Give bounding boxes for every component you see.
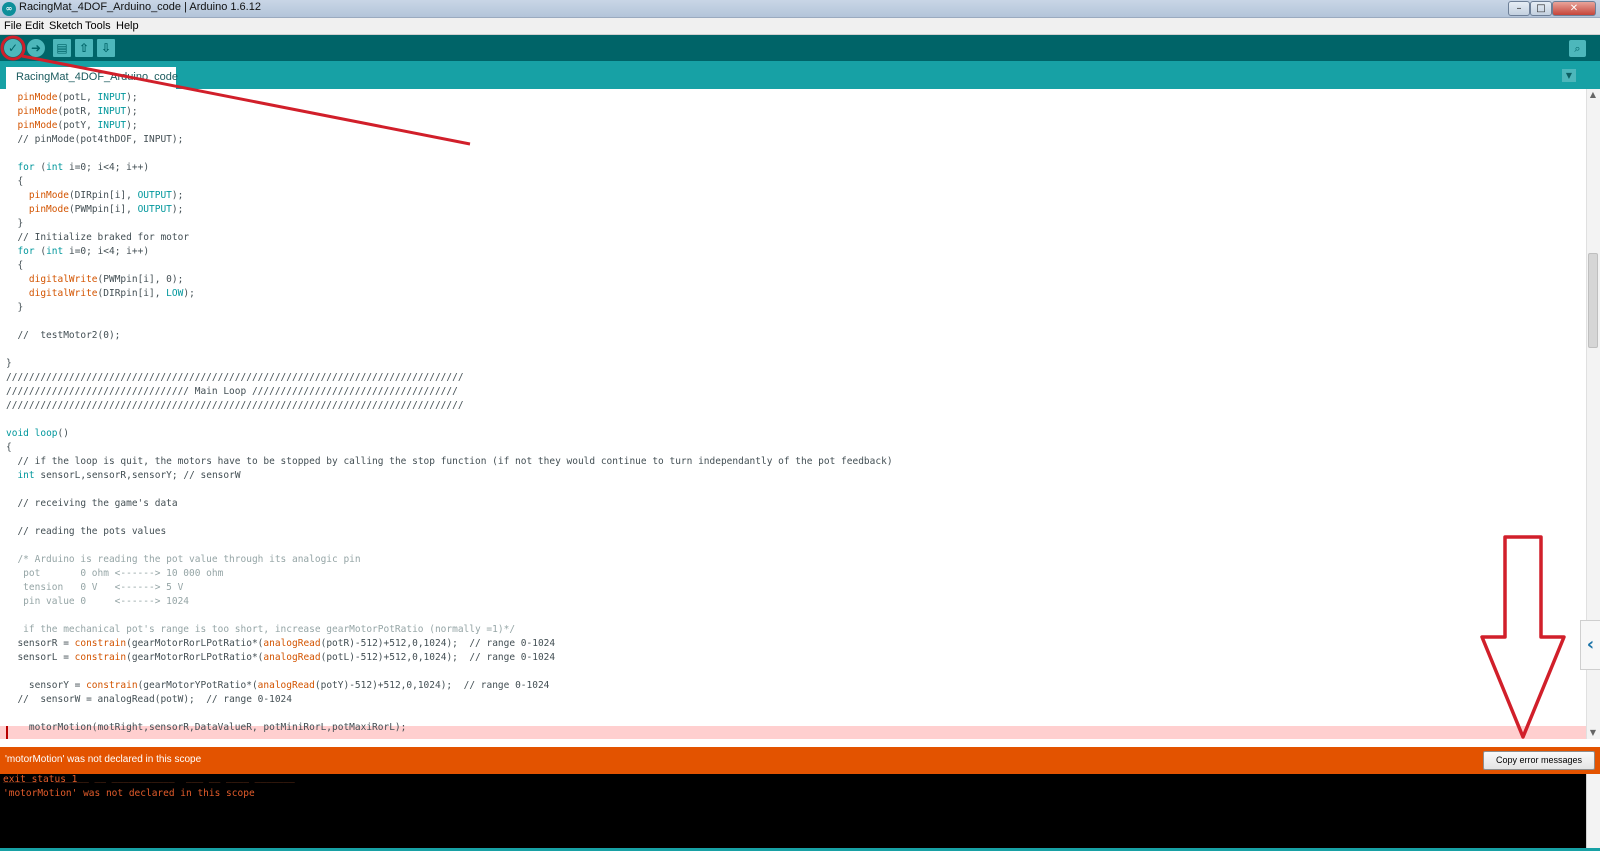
title-bar: ∞ RacingMat_4DOF_Arduino_code | Arduino …: [0, 0, 1600, 18]
code-line: void loop(): [6, 428, 69, 439]
scroll-up-icon[interactable]: ▲: [1588, 90, 1598, 100]
menu-sketch[interactable]: Sketch: [49, 20, 83, 32]
code-line: sensorL = constrain(gearMotorRorLPotRati…: [6, 652, 556, 663]
code-line: pin value 0 <------> 1024: [6, 596, 190, 607]
document-icon: ▤: [56, 41, 68, 55]
console-line: exit status 1: [3, 774, 78, 785]
code-line: /* Arduino is reading the pot value thro…: [6, 554, 361, 565]
code-line: // pinMode(pot4thDOF, INPUT);: [17, 134, 184, 145]
code-line: for (int i=0; i<4; i++): [17, 162, 150, 173]
code-line: {: [6, 442, 12, 453]
copy-error-messages-button[interactable]: Copy error messages: [1483, 751, 1595, 770]
code-line: }: [6, 218, 24, 229]
arrow-down-icon: ⇩: [100, 41, 112, 55]
console-output[interactable]: ______ ______ __ ___________ ___ __ ____…: [0, 774, 1586, 848]
menu-tools[interactable]: Tools: [85, 20, 111, 32]
error-message: 'motorMotion' was not declared in this s…: [5, 754, 202, 765]
arduino-logo-icon: ∞: [2, 2, 16, 16]
code-line: // reading the pots values: [17, 526, 167, 537]
editor-scroll-thumb[interactable]: [1588, 253, 1598, 348]
arrow-right-icon: ➜: [30, 41, 42, 55]
minimize-icon[interactable]: –: [1508, 1, 1530, 16]
code-line: // sensorW = analogRead(potW); // range …: [17, 694, 292, 705]
maximize-icon[interactable]: □: [1530, 1, 1552, 16]
menu-file[interactable]: File: [4, 20, 22, 32]
magnifier-icon: ⌕: [1574, 42, 1581, 55]
toolbar: ✓ ➜ ▤ ⇧ ⇩ ⌕: [0, 35, 1600, 61]
code-line: pinMode(PWMpin[i], OUTPUT);: [28, 204, 184, 215]
error-status-bar: 'motorMotion' was not declared in this s…: [0, 747, 1600, 774]
console-scrollbar[interactable]: [1586, 774, 1600, 848]
code-line: pinMode(potR, INPUT);: [17, 106, 138, 117]
chevron-down-icon[interactable]: ▼: [1562, 69, 1576, 82]
verify-button[interactable]: ✓: [4, 39, 22, 57]
code-line: // testMotor2(0);: [17, 330, 121, 341]
menu-help[interactable]: Help: [116, 20, 139, 32]
menu-bar: File Edit Sketch Tools Help: [0, 18, 1600, 35]
chevron-left-icon[interactable]: ‹: [1580, 620, 1600, 670]
code-line: }: [6, 358, 12, 369]
code-line: pinMode(potL, INPUT);: [17, 92, 138, 103]
code-line: {: [6, 176, 24, 187]
code-line: pinMode(DIRpin[i], OUTPUT);: [28, 190, 184, 201]
code-line: ////////////////////////////////////////…: [6, 372, 464, 383]
code-line: }: [6, 302, 24, 313]
new-button[interactable]: ▤: [53, 39, 71, 57]
code-line: // receiving the game's data: [17, 498, 178, 509]
code-line: pot 0 ohm <------> 10 000 ohm: [6, 568, 224, 579]
code-line: sensorR = constrain(gearMotorRorLPotRati…: [6, 638, 556, 649]
tab-sketch[interactable]: RacingMat_4DOF_Arduino_code: [6, 67, 178, 89]
scroll-down-icon[interactable]: ▼: [1588, 728, 1598, 738]
code-line: digitalWrite(PWMpin[i], 0);: [28, 274, 184, 285]
code-line: int sensorL,sensorR,sensorY; // sensorW: [17, 470, 241, 481]
code-line: for (int i=0; i<4; i++): [17, 246, 150, 257]
code-line: sensorY = constrain(gearMotorYPotRatio*(…: [6, 680, 550, 691]
upload-button[interactable]: ➜: [27, 39, 45, 57]
menu-edit[interactable]: Edit: [25, 20, 44, 32]
code-line: //////////////////////////////// Main Lo…: [6, 386, 458, 397]
check-icon: ✓: [7, 41, 19, 55]
code-editor[interactable]: pinMode(potL, INPUT); pinMode(potR, INPU…: [0, 89, 1586, 739]
code-line: {: [6, 260, 24, 271]
close-icon[interactable]: ✕: [1552, 1, 1596, 16]
arrow-up-icon: ⇧: [78, 41, 90, 55]
code-line: digitalWrite(DIRpin[i], LOW);: [28, 288, 195, 299]
tab-strip: RacingMat_4DOF_Arduino_code ▼: [0, 61, 1600, 89]
open-button[interactable]: ⇧: [75, 39, 93, 57]
code-line: tension 0 V <------> 5 V: [6, 582, 184, 593]
window-title: RacingMat_4DOF_Arduino_code | Arduino 1.…: [19, 1, 261, 13]
code-line: if the mechanical pot's range is too sho…: [6, 624, 516, 635]
error-code-line: motorMotion(motRight,sensorR,DataValueR,…: [6, 722, 407, 733]
save-button[interactable]: ⇩: [97, 39, 115, 57]
console-line: 'motorMotion' was not declared in this s…: [3, 788, 255, 799]
code-line: pinMode(potY, INPUT);: [17, 120, 138, 131]
code-line: // if the loop is quit, the motors have …: [17, 456, 893, 467]
serial-monitor-button[interactable]: ⌕: [1569, 40, 1586, 57]
code-line: ////////////////////////////////////////…: [6, 400, 464, 411]
code-line: // Initialize braked for motor: [17, 232, 190, 243]
